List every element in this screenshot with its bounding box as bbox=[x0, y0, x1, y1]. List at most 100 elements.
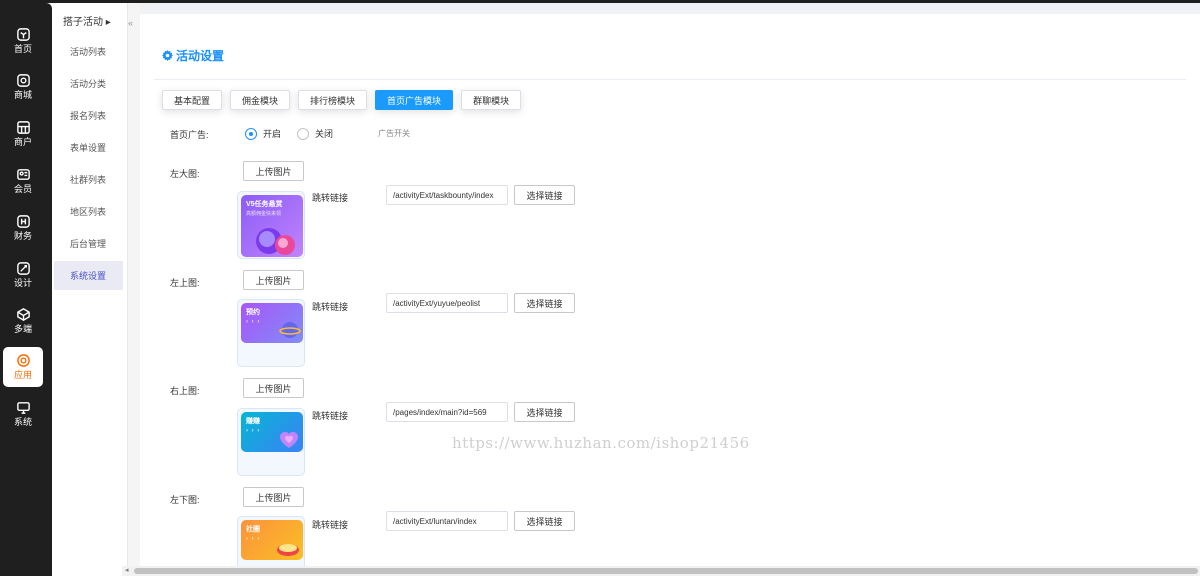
thumb-title: 赚赚 bbox=[246, 418, 260, 425]
nav-item-mall[interactable]: 商城 bbox=[3, 67, 43, 107]
subnav-item-form-settings[interactable]: 表单设置 bbox=[54, 133, 123, 162]
nav-label: 系统 bbox=[13, 417, 32, 427]
nav-item-home[interactable]: 首页 bbox=[3, 21, 43, 61]
main-panel: 活动设置 基本配置 佣金模块 排行榜模块 首页广告模块 群聊模块 首页广告: 开… bbox=[140, 14, 1200, 566]
thumb-arrows: › › › bbox=[246, 536, 261, 542]
thumb-subtitle: 高额佣金快来领 bbox=[246, 211, 282, 217]
upload-button[interactable]: 上传图片 bbox=[243, 270, 304, 290]
tab-commission[interactable]: 佣金模块 bbox=[230, 90, 291, 110]
link-input[interactable]: /activityExt/yuyue/peolist bbox=[386, 293, 508, 313]
scroll-left-icon[interactable]: ◂ bbox=[125, 566, 129, 574]
nav-item-design[interactable]: 设计 bbox=[3, 255, 43, 295]
gear-icon bbox=[162, 50, 173, 61]
sub-sidebar: 搭子活动 ▸ 活动列表 活动分类 报名列表 表单设置 社群列表 地区列表 后台管… bbox=[52, 3, 127, 576]
thumb-title: 社圈 bbox=[246, 526, 260, 533]
nav-label: 财务 bbox=[13, 231, 32, 241]
subnav-item-region-list[interactable]: 地区列表 bbox=[54, 197, 123, 226]
shop-icon bbox=[16, 74, 30, 87]
tab-bar: 基本配置 佣金模块 排行榜模块 首页广告模块 群聊模块 bbox=[162, 90, 522, 114]
subnav-item-admin[interactable]: 后台管理 bbox=[54, 229, 123, 258]
finance-icon bbox=[16, 215, 30, 228]
radio-on[interactable]: 开启 bbox=[245, 127, 281, 140]
thumb-title: 预约 bbox=[246, 309, 260, 316]
subnav-item-system-settings[interactable]: 系统设置 bbox=[54, 261, 123, 290]
upload-button[interactable]: 上传图片 bbox=[243, 487, 304, 507]
image-preview[interactable]: 社圈 › › › bbox=[237, 516, 305, 566]
cube-icon bbox=[16, 28, 30, 41]
nav-label: 首页 bbox=[13, 44, 32, 54]
nav-label: 设计 bbox=[13, 278, 32, 288]
top-strip bbox=[0, 0, 1200, 3]
subnav-item-community-list[interactable]: 社群列表 bbox=[54, 165, 123, 194]
tab-home-ads[interactable]: 首页广告模块 bbox=[375, 90, 454, 110]
radio-dot bbox=[297, 127, 309, 140]
watermark: https://www.huzhan.com/ishop21456 bbox=[452, 434, 750, 452]
collapse-icon[interactable]: « bbox=[128, 18, 133, 28]
horizontal-scrollbar[interactable]: ◂ bbox=[122, 566, 1200, 576]
ad-switch-hint: 广告开关 bbox=[378, 129, 410, 138]
design-icon bbox=[16, 262, 30, 275]
select-link-button[interactable]: 选择链接 bbox=[514, 511, 575, 531]
row-label: 左下图: bbox=[170, 495, 200, 505]
nav-item-apps[interactable]: 应用 bbox=[3, 347, 43, 387]
app-sidebar: 首页 商城 商户 会员 财务 设计 多端 应用 系统 bbox=[0, 3, 52, 576]
thumb-arrows: › › › bbox=[246, 428, 261, 434]
link-label: 跳转链接 bbox=[312, 193, 349, 203]
select-link-button[interactable]: 选择链接 bbox=[514, 402, 575, 422]
radio-off[interactable]: 关闭 bbox=[297, 127, 333, 140]
upload-button[interactable]: 上传图片 bbox=[243, 378, 304, 398]
ad-thumbnail: V5任务悬赏 高额佣金快来领 bbox=[241, 195, 303, 257]
subnav-title[interactable]: 搭子活动 ▸ bbox=[63, 13, 111, 28]
row-label: 左大图: bbox=[170, 169, 200, 179]
subnav-item-signup-list[interactable]: 报名列表 bbox=[54, 101, 123, 130]
nav-item-member[interactable]: 会员 bbox=[3, 161, 43, 201]
panel-header: 活动设置 bbox=[154, 32, 1186, 80]
heart-graphic bbox=[280, 432, 298, 448]
nav-item-system[interactable]: 系统 bbox=[3, 394, 43, 434]
planet-graphic bbox=[279, 322, 301, 338]
select-link-button[interactable]: 选择链接 bbox=[514, 293, 575, 313]
link-input[interactable]: /activityExt/luntan/index bbox=[386, 511, 508, 531]
link-input[interactable]: /activityExt/taskbounty/index bbox=[386, 185, 508, 205]
tab-ranking[interactable]: 排行榜模块 bbox=[298, 90, 368, 110]
link-label: 跳转链接 bbox=[312, 411, 349, 421]
nav-label: 多端 bbox=[13, 324, 32, 334]
radio-on-label: 开启 bbox=[263, 129, 282, 139]
subnav-item-activity-category[interactable]: 活动分类 bbox=[54, 69, 123, 98]
tab-basic-config[interactable]: 基本配置 bbox=[162, 90, 223, 110]
nav-item-merchant[interactable]: 商户 bbox=[3, 114, 43, 154]
nav-label: 商户 bbox=[13, 137, 32, 147]
image-preview[interactable]: 赚赚 › › › bbox=[237, 408, 305, 476]
nav-label: 应用 bbox=[13, 370, 32, 380]
nav-label: 商城 bbox=[13, 90, 32, 100]
nav-item-finance[interactable]: 财务 bbox=[3, 208, 43, 248]
subnav-item-activity-list[interactable]: 活动列表 bbox=[54, 37, 123, 66]
member-card-icon bbox=[16, 169, 30, 180]
ad-thumbnail: 赚赚 › › › bbox=[241, 412, 303, 452]
balloon-graphic bbox=[256, 228, 295, 255]
page-title: 活动设置 bbox=[176, 49, 225, 63]
collapse-gutter bbox=[127, 3, 140, 576]
thumb-title: V5任务悬赏 bbox=[246, 201, 283, 208]
nav-label: 会员 bbox=[13, 184, 32, 194]
link-input[interactable]: /pages/index/main?id=569 bbox=[386, 402, 508, 422]
app-icon bbox=[16, 354, 30, 367]
image-preview[interactable]: 预约 › › › bbox=[237, 299, 305, 367]
tab-group-chat[interactable]: 群聊模块 bbox=[461, 90, 522, 110]
select-link-button[interactable]: 选择链接 bbox=[514, 185, 575, 205]
store-icon bbox=[16, 121, 30, 134]
nav-item-multi-platform[interactable]: 多端 bbox=[3, 301, 43, 341]
upload-button[interactable]: 上传图片 bbox=[243, 161, 304, 181]
radio-off-label: 关闭 bbox=[315, 129, 334, 139]
ad-thumbnail: 社圈 › › › bbox=[241, 520, 303, 560]
ad-thumbnail: 预约 › › › bbox=[241, 303, 303, 343]
row-label: 左上图: bbox=[170, 278, 200, 288]
thumb-arrows: › › › bbox=[246, 319, 261, 325]
radio-dot bbox=[245, 127, 257, 140]
scrollbar-thumb[interactable] bbox=[134, 568, 1198, 574]
image-preview[interactable]: V5任务悬赏 高额佣金快来领 bbox=[237, 191, 305, 259]
row-label: 右上图: bbox=[170, 386, 200, 396]
ad-switch-label: 首页广告: bbox=[170, 130, 209, 140]
monitor-icon bbox=[16, 402, 30, 414]
link-label: 跳转链接 bbox=[312, 302, 349, 312]
